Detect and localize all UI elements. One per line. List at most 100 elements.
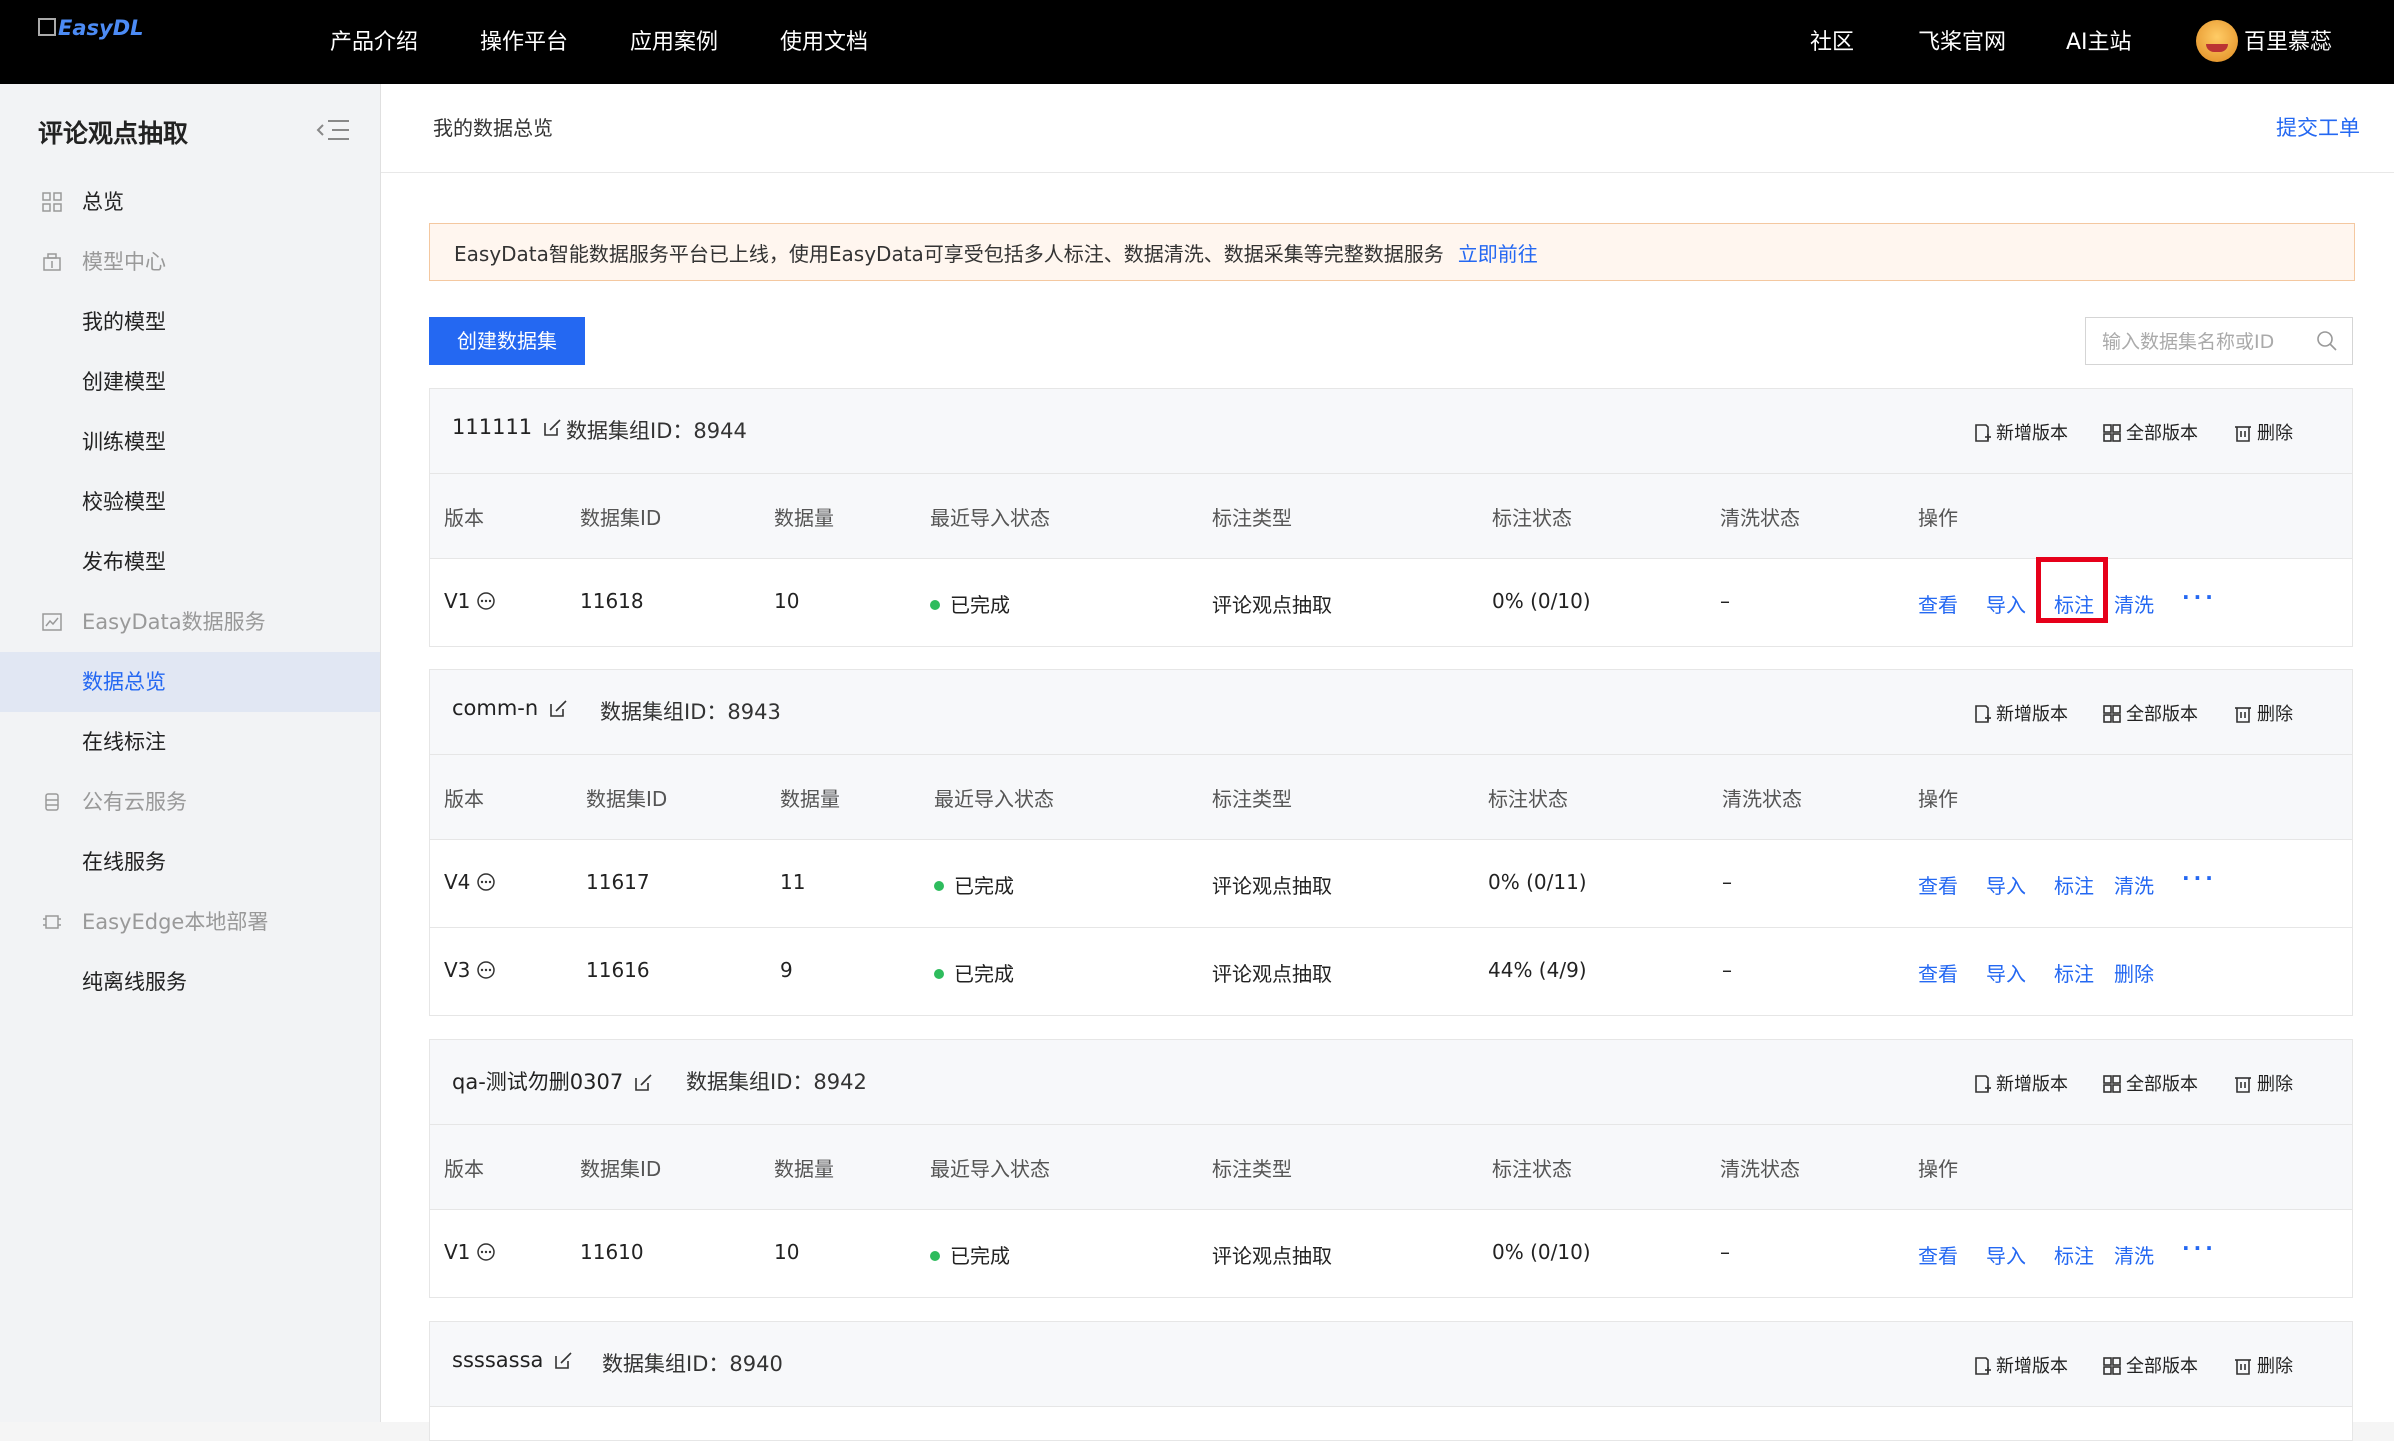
add-version-button[interactable]: 新增版本 — [1972, 1070, 2068, 1096]
sidebar-item-data-overview[interactable]: 数据总览 — [0, 652, 380, 712]
delete-link[interactable]: 删除 — [2114, 958, 2154, 987]
clean-link[interactable]: 清洗 — [2114, 589, 2154, 618]
user-avatar[interactable] — [2196, 20, 2238, 62]
notice-go-link[interactable]: 立即前往 — [1458, 242, 1538, 266]
label-link[interactable]: 标注 — [2054, 589, 2094, 618]
sidebar-item-online-labeling[interactable]: 在线标注 — [0, 712, 380, 772]
edit-icon[interactable] — [548, 699, 568, 719]
edit-icon[interactable] — [542, 418, 562, 438]
sidebar-item-verify-model[interactable]: 校验模型 — [0, 472, 380, 532]
create-dataset-button[interactable]: 创建数据集 — [429, 317, 585, 365]
sidebar-item-publish-model[interactable]: 发布模型 — [0, 532, 380, 592]
sidebar-item-label: 纯离线服务 — [82, 970, 187, 994]
clean-status-cell: – — [1722, 958, 1732, 982]
more-actions-button[interactable]: ··· — [2182, 585, 2217, 609]
delete-button[interactable]: 删除 — [2233, 700, 2293, 726]
view-link[interactable]: 查看 — [1918, 958, 1958, 987]
sidebar-item-label: 训练模型 — [82, 430, 166, 454]
view-link[interactable]: 查看 — [1918, 589, 1958, 618]
grid-icon — [42, 192, 62, 212]
dataset-name: 111111 — [452, 415, 562, 439]
model-icon — [43, 253, 61, 271]
collapse-menu-icon[interactable] — [316, 118, 350, 142]
all-versions-button[interactable]: 全部版本 — [2102, 1352, 2198, 1378]
add-version-button[interactable]: 新增版本 — [1972, 419, 2068, 445]
col-label-status: 标注状态 — [1488, 787, 1568, 811]
add-version-button[interactable]: 新增版本 — [1972, 1352, 2068, 1378]
grid-icon — [2103, 705, 2121, 723]
sidebar-item-overview[interactable]: 总览 — [0, 172, 380, 232]
delete-button[interactable]: 删除 — [2233, 1352, 2293, 1378]
clean-link[interactable]: 清洗 — [2114, 1240, 2154, 1269]
all-versions-button[interactable]: 全部版本 — [2102, 419, 2198, 445]
label-link[interactable]: 标注 — [2054, 870, 2094, 899]
col-clean-status: 清洗状态 — [1720, 506, 1800, 530]
nav-docs[interactable]: 使用文档 — [780, 24, 868, 56]
nav-platform[interactable]: 操作平台 — [480, 24, 568, 56]
import-link[interactable]: 导入 — [1986, 1240, 2026, 1269]
col-label-status: 标注状态 — [1492, 1157, 1572, 1181]
nav-ai-site[interactable]: AI主站 — [2066, 24, 2132, 56]
more-info-icon[interactable] — [476, 960, 496, 980]
delete-button[interactable]: 删除 — [2233, 1070, 2293, 1096]
more-info-icon[interactable] — [476, 872, 496, 892]
label-link[interactable]: 标注 — [2054, 1240, 2094, 1269]
nav-community[interactable]: 社区 — [1810, 24, 1854, 56]
edit-icon[interactable] — [553, 1351, 573, 1371]
col-actions: 操作 — [1918, 787, 1958, 811]
sidebar-group-public-cloud: 公有云服务 — [0, 772, 380, 832]
table-row: V1 11610 10 已完成 评论观点抽取 0% (0/10) – 查看 导入… — [430, 1210, 2352, 1297]
import-link[interactable]: 导入 — [1986, 870, 2026, 899]
search-input[interactable] — [2100, 328, 2304, 356]
all-versions-button[interactable]: 全部版本 — [2102, 1070, 2198, 1096]
nav-product-intro[interactable]: 产品介绍 — [330, 24, 418, 56]
label-link[interactable]: 标注 — [2054, 958, 2094, 987]
notice-text: EasyData智能数据服务平台已上线，使用EasyData可享受包括多人标注、… — [454, 242, 1444, 266]
sidebar-item-my-models[interactable]: 我的模型 — [0, 292, 380, 352]
nav-paddle[interactable]: 飞桨官网 — [1918, 24, 2006, 56]
count-cell: 9 — [780, 958, 793, 982]
more-actions-button[interactable]: ··· — [2182, 866, 2217, 890]
edit-icon[interactable] — [633, 1073, 653, 1093]
add-version-button[interactable]: 新增版本 — [1972, 700, 2068, 726]
sidebar: 评论观点抽取 总览 模型中心 我的模型 创建模型 训练模型 校验模型 发布模型 … — [0, 84, 381, 1422]
col-clean-status: 清洗状态 — [1722, 787, 1802, 811]
all-versions-button[interactable]: 全部版本 — [2102, 700, 2198, 726]
col-label-type: 标注类型 — [1212, 787, 1292, 811]
import-status-cell: 已完成 — [930, 1240, 1010, 1269]
sidebar-item-label: 模型中心 — [82, 250, 166, 274]
sidebar-item-create-model[interactable]: 创建模型 — [0, 352, 380, 412]
col-dataset-id: 数据集ID — [580, 1157, 662, 1181]
dataset-name: ssssassa — [452, 1348, 573, 1372]
delete-button[interactable]: 删除 — [2233, 419, 2293, 445]
more-actions-button[interactable]: ··· — [2182, 1236, 2217, 1260]
sidebar-item-offline-service[interactable]: 纯离线服务 — [0, 952, 380, 1012]
sidebar-item-train-model[interactable]: 训练模型 — [0, 412, 380, 472]
version-cell: V1 — [444, 589, 496, 613]
col-version: 版本 — [444, 1157, 484, 1181]
version-cell: V4 — [444, 870, 496, 894]
sidebar-item-online-service[interactable]: 在线服务 — [0, 832, 380, 892]
search-icon[interactable] — [2316, 330, 2338, 352]
col-import-status: 最近导入状态 — [930, 1157, 1050, 1181]
grid-icon — [2103, 1357, 2121, 1375]
add-file-icon — [1975, 705, 1991, 723]
user-name[interactable]: 百里慕蕊 — [2244, 24, 2332, 56]
col-label-type: 标注类型 — [1212, 506, 1292, 530]
import-link[interactable]: 导入 — [1986, 589, 2026, 618]
clean-link[interactable]: 清洗 — [2114, 870, 2154, 899]
view-link[interactable]: 查看 — [1918, 1240, 1958, 1269]
sidebar-item-label: 数据总览 — [82, 670, 166, 694]
clean-status-cell: – — [1722, 870, 1732, 894]
easydl-logo[interactable]: EasyDL — [38, 16, 144, 40]
dataset-card-header: qa-测试勿删0307 数据集组ID：8942 新增版本 全部版本 删除 — [430, 1040, 2352, 1125]
nav-cases[interactable]: 应用案例 — [630, 24, 718, 56]
more-info-icon[interactable] — [476, 591, 496, 611]
import-link[interactable]: 导入 — [1986, 958, 2026, 987]
view-link[interactable]: 查看 — [1918, 870, 1958, 899]
import-status-cell: 已完成 — [930, 589, 1010, 618]
more-info-icon[interactable] — [476, 1242, 496, 1262]
dataset-group-id: 数据集组ID：8944 — [566, 419, 747, 443]
sidebar-item-label: 校验模型 — [82, 490, 166, 514]
submit-ticket-link[interactable]: 提交工单 — [2276, 112, 2360, 142]
